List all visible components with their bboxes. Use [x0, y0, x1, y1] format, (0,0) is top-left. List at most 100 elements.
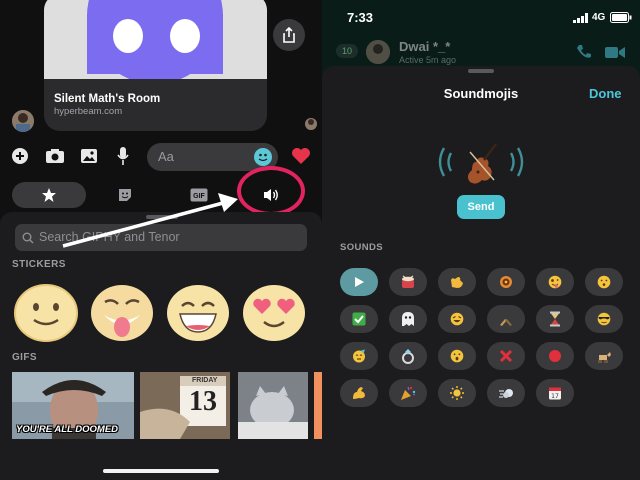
sound-ghost[interactable]	[389, 305, 427, 333]
sound-cross[interactable]	[487, 342, 525, 370]
link-card-domain: hyperbeam.com	[54, 106, 123, 117]
sound-check[interactable]	[340, 305, 378, 333]
link-card-image	[44, 0, 267, 79]
search-placeholder: Search GIPHY and Tenor	[39, 230, 180, 244]
giphy-search-input[interactable]: Search GIPHY and Tenor	[15, 224, 307, 251]
gif-cat[interactable]	[238, 372, 308, 439]
tab-favorites[interactable]	[12, 182, 86, 208]
clap-icon	[451, 277, 463, 288]
red-circle-icon	[549, 350, 561, 362]
soundmoji-preview	[438, 143, 524, 184]
sound-sun[interactable]	[438, 379, 476, 407]
phone-icon[interactable]	[576, 44, 592, 60]
plus-circle-icon[interactable]	[8, 144, 32, 168]
link-preview-card[interactable]: Silent Math's Room hyperbeam.com	[44, 0, 267, 131]
messenger-right-panel: 7:33 4G 10 Dwai *_* Active 5m ago Soundm…	[322, 0, 640, 480]
sender-avatar[interactable]	[12, 110, 34, 132]
sticker-grin[interactable]	[166, 282, 230, 342]
rofl-icon	[450, 312, 464, 326]
calendar-month: FRIDAY	[192, 377, 218, 384]
contact-avatar[interactable]	[366, 40, 390, 64]
sound-surprised[interactable]	[438, 342, 476, 370]
party-popper-icon	[401, 386, 416, 400]
sound-hush[interactable]	[585, 268, 623, 296]
contact-status: Active 5m ago	[399, 55, 457, 65]
read-receipt-avatar	[305, 118, 317, 130]
sound-cool[interactable]	[585, 305, 623, 333]
star-icon	[42, 188, 56, 202]
svg-text:17: 17	[551, 393, 559, 400]
sound-goat[interactable]	[585, 342, 623, 370]
calendar-icon: 17	[549, 387, 561, 400]
tab-stickers[interactable]	[112, 182, 138, 208]
home-indicator	[103, 469, 219, 473]
sunglasses-face-icon	[597, 312, 611, 326]
back-button[interactable]: 10	[336, 44, 358, 58]
sound-cheers[interactable]	[487, 305, 525, 333]
stickers-section-label: STICKERS	[12, 259, 66, 270]
sound-laugh[interactable]	[438, 305, 476, 333]
cheers-icon	[500, 319, 512, 326]
sound-clap[interactable]	[438, 268, 476, 296]
sound-red-circle[interactable]	[536, 342, 574, 370]
drum-icon	[402, 275, 414, 288]
signal-icon	[573, 13, 588, 23]
chat-header: 10 Dwai *_* Active 5m ago	[322, 34, 640, 65]
goat-icon	[598, 352, 611, 363]
calendar-day: 13	[189, 386, 217, 417]
violin-icon	[467, 143, 497, 184]
sound-party-face[interactable]	[340, 342, 378, 370]
gif-icon: GIF	[190, 188, 208, 202]
gifs-section-label: GIFS	[12, 352, 37, 363]
emoji-icon[interactable]	[254, 148, 272, 166]
done-button[interactable]: Done	[589, 86, 622, 101]
tab-gif[interactable]: GIF	[186, 182, 212, 208]
sound-flex[interactable]	[340, 379, 378, 407]
sound-wave-right-icon	[509, 147, 524, 177]
sticker-tongue[interactable]	[90, 282, 154, 342]
share-button[interactable]	[273, 19, 305, 51]
photo-icon[interactable]	[77, 144, 101, 168]
sound-ring[interactable]	[389, 342, 427, 370]
sticker-gif-sheet: Search GIPHY and Tenor STICKERS GIFS YOU…	[0, 212, 322, 480]
sticker-heart-eyes[interactable]	[242, 282, 306, 342]
contact-name: Dwai *_*	[399, 39, 451, 54]
gif-friday-13[interactable]: FRIDAY 13	[140, 372, 230, 439]
flexed-biceps-icon	[353, 387, 365, 399]
sheet-drag-handle[interactable]	[146, 215, 178, 219]
message-input-placeholder: Aa	[158, 149, 174, 164]
microphone-icon[interactable]	[111, 144, 135, 168]
surprised-face-icon	[450, 349, 464, 363]
camera-icon[interactable]	[43, 144, 67, 168]
sounds-section-label: SOUNDS	[340, 242, 384, 253]
sound-popper[interactable]	[389, 379, 427, 407]
sound-grid: 17	[340, 268, 630, 408]
sound-hole[interactable]	[487, 268, 525, 296]
sticker-icon	[119, 189, 131, 201]
sound-play-button[interactable]	[340, 268, 378, 296]
gif-partial[interactable]	[314, 372, 322, 439]
status-time: 7:33	[347, 10, 374, 25]
sticker-smile[interactable]	[14, 282, 78, 342]
search-icon	[22, 232, 34, 244]
messenger-left-panel: Silent Math's Room hyperbeam.com Aa GIF …	[0, 0, 322, 480]
send-button[interactable]: Send	[457, 195, 505, 219]
sound-drum[interactable]	[389, 268, 427, 296]
ring-icon	[402, 349, 414, 364]
link-card-title: Silent Math's Room	[54, 93, 161, 105]
sound-dash[interactable]	[487, 379, 525, 407]
hushed-face-icon	[597, 275, 611, 289]
video-call-icon[interactable]	[605, 46, 625, 59]
hourglass-icon	[550, 311, 560, 327]
sound-hourglass[interactable]	[536, 305, 574, 333]
partying-face-icon	[353, 349, 365, 363]
panel-drag-handle[interactable]	[468, 69, 494, 73]
target-icon	[500, 276, 512, 288]
share-icon	[283, 27, 295, 43]
sound-calendar[interactable]: 17	[536, 379, 574, 407]
sound-zany[interactable]	[536, 268, 574, 296]
cross-mark-icon	[499, 349, 513, 363]
gif-youre-all-doomed[interactable]: YOU'RE ALL DOOMED	[12, 372, 134, 439]
heart-icon[interactable]	[289, 144, 313, 168]
soundmoji-tab-highlight	[237, 166, 305, 216]
